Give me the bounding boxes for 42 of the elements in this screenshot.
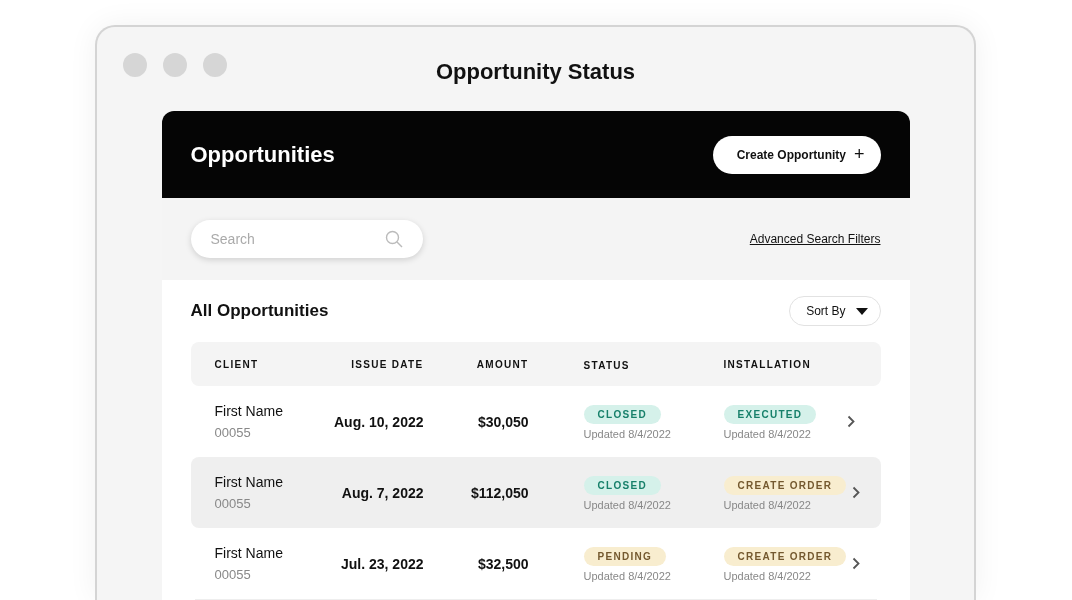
column-header: CLIENT bbox=[214, 358, 260, 370]
installation-tag: EXECUTED bbox=[723, 404, 817, 424]
issue-date: Jul. 23, 2022 bbox=[341, 555, 424, 572]
amount: $30,050 bbox=[477, 413, 529, 430]
issue-date: Aug. 10, 2022 bbox=[334, 413, 424, 430]
installation-updated: Updated 8/4/2022 bbox=[723, 498, 811, 511]
status-updated: Updated 8/4/2022 bbox=[583, 498, 671, 511]
client-id: 00055 bbox=[214, 425, 251, 440]
installation-updated: Updated 8/4/2022 bbox=[723, 569, 811, 582]
status-updated: Updated 8/4/2022 bbox=[583, 427, 671, 440]
chevron-right-icon[interactable] bbox=[852, 557, 861, 570]
installation-updated: Updated 8/4/2022 bbox=[723, 427, 811, 440]
status-tag: CLOSED bbox=[583, 475, 661, 495]
search-field[interactable]: Search bbox=[190, 220, 423, 259]
section-title: All Opportunities bbox=[190, 301, 329, 321]
amount: $112,050 bbox=[470, 484, 529, 501]
search-icon bbox=[384, 230, 403, 249]
installation-tag: CREATE ORDER bbox=[723, 475, 847, 495]
page-title: Opportunities bbox=[190, 141, 335, 168]
advanced-search-link[interactable]: Advanced Search Filters bbox=[749, 232, 881, 247]
client-id: 00055 bbox=[214, 496, 251, 511]
window-title: Opportunity Status bbox=[435, 58, 636, 86]
caret-icon bbox=[855, 307, 868, 315]
installation-tag: CREATE ORDER bbox=[723, 546, 847, 566]
status-updated: Updated 8/4/2022 bbox=[583, 569, 671, 582]
status-tag: PENDING bbox=[583, 546, 667, 566]
chevron-right-icon[interactable] bbox=[846, 415, 855, 428]
amount: $32,500 bbox=[477, 555, 529, 572]
column-header: INSTALLATION bbox=[723, 358, 812, 370]
client-name: First Name bbox=[214, 545, 283, 561]
status-tag: CLOSED bbox=[583, 404, 661, 424]
client-name: First Name bbox=[214, 474, 283, 490]
sort-button[interactable]: Sort By bbox=[789, 296, 881, 326]
column-header: STATUS bbox=[583, 360, 630, 371]
client-name: First Name bbox=[214, 403, 283, 419]
client-id: 00055 bbox=[214, 567, 251, 582]
issue-date: Aug. 7, 2022 bbox=[341, 484, 424, 501]
table-row[interactable]: First Name 00055 Aug. 7, 2022 $112,050 CLOSED Updated 8/4/2022 CREATE ORDER Updated 8/4/2022 bbox=[190, 457, 881, 528]
column-header: ISSUE DATE bbox=[351, 358, 424, 370]
column-header: AMOUNT bbox=[476, 358, 529, 370]
chevron-right-icon[interactable] bbox=[852, 486, 861, 499]
create-opportunity-button[interactable]: Create Opportunity + bbox=[712, 135, 881, 174]
